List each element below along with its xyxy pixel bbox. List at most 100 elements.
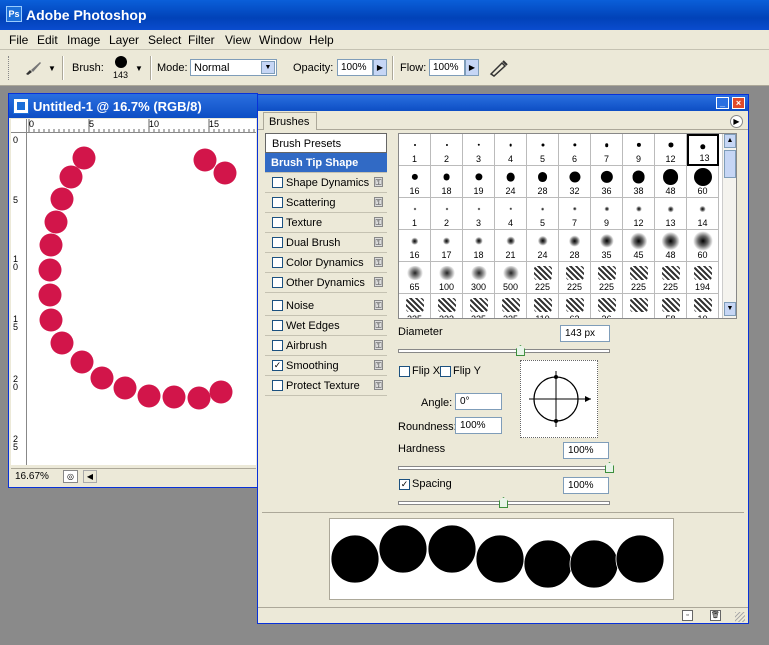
lock-icon[interactable]: ⚿	[374, 380, 383, 390]
menu-edit[interactable]: Edit	[37, 33, 58, 47]
brush-preset[interactable]: 7	[559, 198, 591, 230]
option-checkbox[interactable]	[272, 277, 283, 288]
brush-option-item[interactable]: Shape Dynamics ⚿	[265, 173, 387, 193]
opacity-input[interactable]: 100%	[337, 59, 373, 76]
lock-icon[interactable]: ⚿	[374, 360, 383, 370]
vertical-ruler[interactable]: 0 5 1 0 1 5 2 0 2 5	[11, 133, 27, 465]
zoom-level[interactable]: 16.67%	[15, 471, 49, 482]
brush-option-item[interactable]: Wet Edges ⚿	[265, 316, 387, 336]
brush-option-item[interactable]: Color Dynamics ⚿	[265, 253, 387, 273]
menu-view[interactable]: View	[225, 33, 251, 47]
brush-preset[interactable]: 2	[431, 198, 463, 230]
brush-option-item[interactable]: Scattering ⚿	[265, 193, 387, 213]
option-checkbox[interactable]: ✓	[272, 360, 283, 371]
brush-preset[interactable]: 36	[591, 166, 623, 198]
ruler-origin[interactable]	[11, 119, 27, 133]
brush-preset[interactable]: 24	[495, 166, 527, 198]
brush-preset[interactable]: 48	[655, 166, 687, 198]
brush-preset[interactable]: 16	[399, 166, 431, 198]
brush-preset[interactable]: 58	[655, 294, 687, 318]
flipy-checkbox[interactable]	[440, 366, 451, 377]
brush-preset[interactable]: 110	[527, 294, 559, 318]
lock-icon[interactable]: ⚿	[374, 257, 383, 267]
scroll-up-icon[interactable]: ▲	[724, 134, 736, 148]
lock-icon[interactable]: ⚿	[374, 177, 383, 187]
brush-option-item[interactable]: Airbrush ⚿	[265, 336, 387, 356]
mode-select[interactable]: Normal ▼	[190, 59, 277, 76]
minimize-icon[interactable]: _	[716, 97, 729, 109]
brush-preset[interactable]: 13	[687, 134, 719, 166]
brush-preset[interactable]: 3	[463, 198, 495, 230]
brush-preset[interactable]: 225	[655, 262, 687, 294]
new-brush-icon[interactable]: ▫	[682, 610, 693, 621]
brush-preset[interactable]: 225	[559, 262, 591, 294]
brush-preset[interactable]: 194	[687, 262, 719, 294]
chevron-down-icon[interactable]: ▼	[261, 61, 275, 74]
brush-preset[interactable]: 225	[399, 294, 431, 318]
brush-option-item[interactable]: Brush Presets	[265, 133, 387, 153]
brush-preset[interactable]: 5	[527, 198, 559, 230]
flipx-checkbox[interactable]	[399, 366, 410, 377]
diameter-slider[interactable]	[398, 349, 610, 353]
lock-icon[interactable]: ⚿	[374, 237, 383, 247]
brush-preset[interactable]: 225	[591, 262, 623, 294]
angle-input[interactable]: 0°	[455, 393, 502, 410]
brush-preset[interactable]	[623, 294, 655, 318]
brush-tool-icon[interactable]	[22, 59, 44, 77]
brush-preset[interactable]: 1	[399, 134, 431, 166]
option-checkbox[interactable]	[272, 237, 283, 248]
brush-preset[interactable]: 1	[399, 198, 431, 230]
lock-icon[interactable]: ⚿	[374, 277, 383, 287]
brush-option-item[interactable]: Texture ⚿	[265, 213, 387, 233]
resize-grip-icon[interactable]	[735, 612, 745, 622]
lock-icon[interactable]: ⚿	[374, 320, 383, 330]
lock-icon[interactable]: ⚿	[374, 217, 383, 227]
spacing-slider-thumb[interactable]	[499, 497, 508, 508]
brush-preset[interactable]: 4	[495, 198, 527, 230]
brush-preset[interactable]: 10	[687, 294, 719, 318]
options-grip[interactable]	[8, 56, 11, 80]
brush-preset[interactable]: 28	[527, 166, 559, 198]
brush-preset[interactable]: 12	[655, 134, 687, 166]
brush-preset[interactable]: 12	[623, 198, 655, 230]
tab-brushes[interactable]: Brushes	[263, 112, 317, 130]
menu-filter[interactable]: Filter	[188, 33, 215, 47]
brush-preset[interactable]: 9	[591, 198, 623, 230]
brush-preset-grid[interactable]: 1 2 3 4 5 6 7 9 12 13 16 18 19 24 28 32 36 38 48 60 1 2 3 4 5 7 9 1…	[398, 133, 737, 319]
brush-preset[interactable]: 14	[687, 198, 719, 230]
brush-preset[interactable]: 225	[463, 294, 495, 318]
brush-preset[interactable]: 333	[431, 294, 463, 318]
grid-scrollbar[interactable]: ▲ ▼	[722, 134, 736, 318]
airbrush-icon[interactable]	[488, 58, 510, 78]
brush-preset[interactable]: 63	[559, 294, 591, 318]
brush-preset[interactable]: 6	[559, 134, 591, 166]
brush-preset[interactable]: 5	[527, 134, 559, 166]
brush-preset[interactable]: 2	[431, 134, 463, 166]
menu-help[interactable]: Help	[309, 33, 334, 47]
brush-preset[interactable]: 18	[463, 230, 495, 262]
brush-preset[interactable]: 9	[623, 134, 655, 166]
brush-preset[interactable]: 48	[655, 230, 687, 262]
menu-file[interactable]: File	[9, 33, 28, 47]
option-checkbox[interactable]	[272, 340, 283, 351]
lock-icon[interactable]: ⚿	[374, 300, 383, 310]
angle-roundness-control[interactable]	[520, 360, 598, 438]
option-checkbox[interactable]	[272, 300, 283, 311]
tool-preset-arrow[interactable]: ▼	[48, 64, 56, 73]
brush-preset[interactable]: 32	[559, 166, 591, 198]
roundness-input[interactable]: 100%	[455, 417, 502, 434]
option-checkbox[interactable]	[272, 177, 283, 188]
option-checkbox[interactable]	[272, 380, 283, 391]
brush-preset[interactable]: 21	[495, 230, 527, 262]
brush-preset[interactable]: 225	[623, 262, 655, 294]
brush-preset[interactable]: 19	[463, 166, 495, 198]
close-icon[interactable]: ×	[732, 97, 745, 109]
spacing-checkbox[interactable]: ✓	[399, 479, 410, 490]
lock-icon[interactable]: ⚿	[374, 197, 383, 207]
brush-preset[interactable]: 24	[527, 230, 559, 262]
option-checkbox[interactable]	[272, 257, 283, 268]
menu-layer[interactable]: Layer	[109, 33, 139, 47]
document-titlebar[interactable]: Untitled-1 @ 16.7% (RGB/8)	[9, 94, 257, 118]
lock-icon[interactable]: ⚿	[374, 340, 383, 350]
hardness-input[interactable]: 100%	[563, 442, 609, 459]
